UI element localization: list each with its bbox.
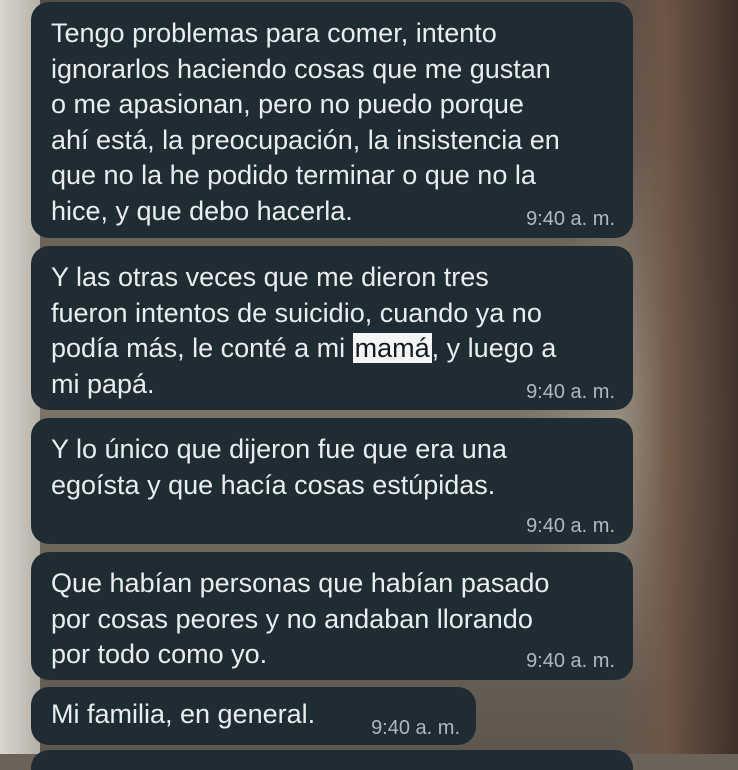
selected-word-highlight[interactable]: mamá [352, 333, 432, 363]
message-bubble[interactable]: Y las otras veces que me dieron tres fue… [31, 246, 633, 410]
message-text: Mi familia, en general. [51, 699, 316, 729]
message-bubble[interactable]: Mi familia, en general. 9:40 a. m. [31, 687, 476, 745]
message-timestamp: 9:40 a. m. [526, 515, 615, 537]
message-bubble[interactable]: Y lo único que dijeron fue que era una e… [31, 418, 633, 544]
message-bubble[interactable]: Tengo problemas para comer, intento igno… [31, 2, 633, 238]
message-bubble-partial[interactable] [31, 750, 633, 770]
message-bubble[interactable]: Que habían personas que habían pasado po… [31, 552, 633, 680]
message-list[interactable]: Tengo problemas para comer, intento igno… [0, 0, 738, 770]
message-text: Tengo problemas para comer, intento igno… [51, 18, 560, 226]
message-text: Y lo único que dijeron fue que era una e… [51, 434, 507, 500]
message-timestamp: 9:40 a. m. [526, 650, 615, 672]
message-timestamp: 9:40 a. m. [371, 717, 460, 739]
message-timestamp: 9:40 a. m. [526, 208, 615, 230]
message-timestamp: 9:40 a. m. [526, 381, 615, 403]
